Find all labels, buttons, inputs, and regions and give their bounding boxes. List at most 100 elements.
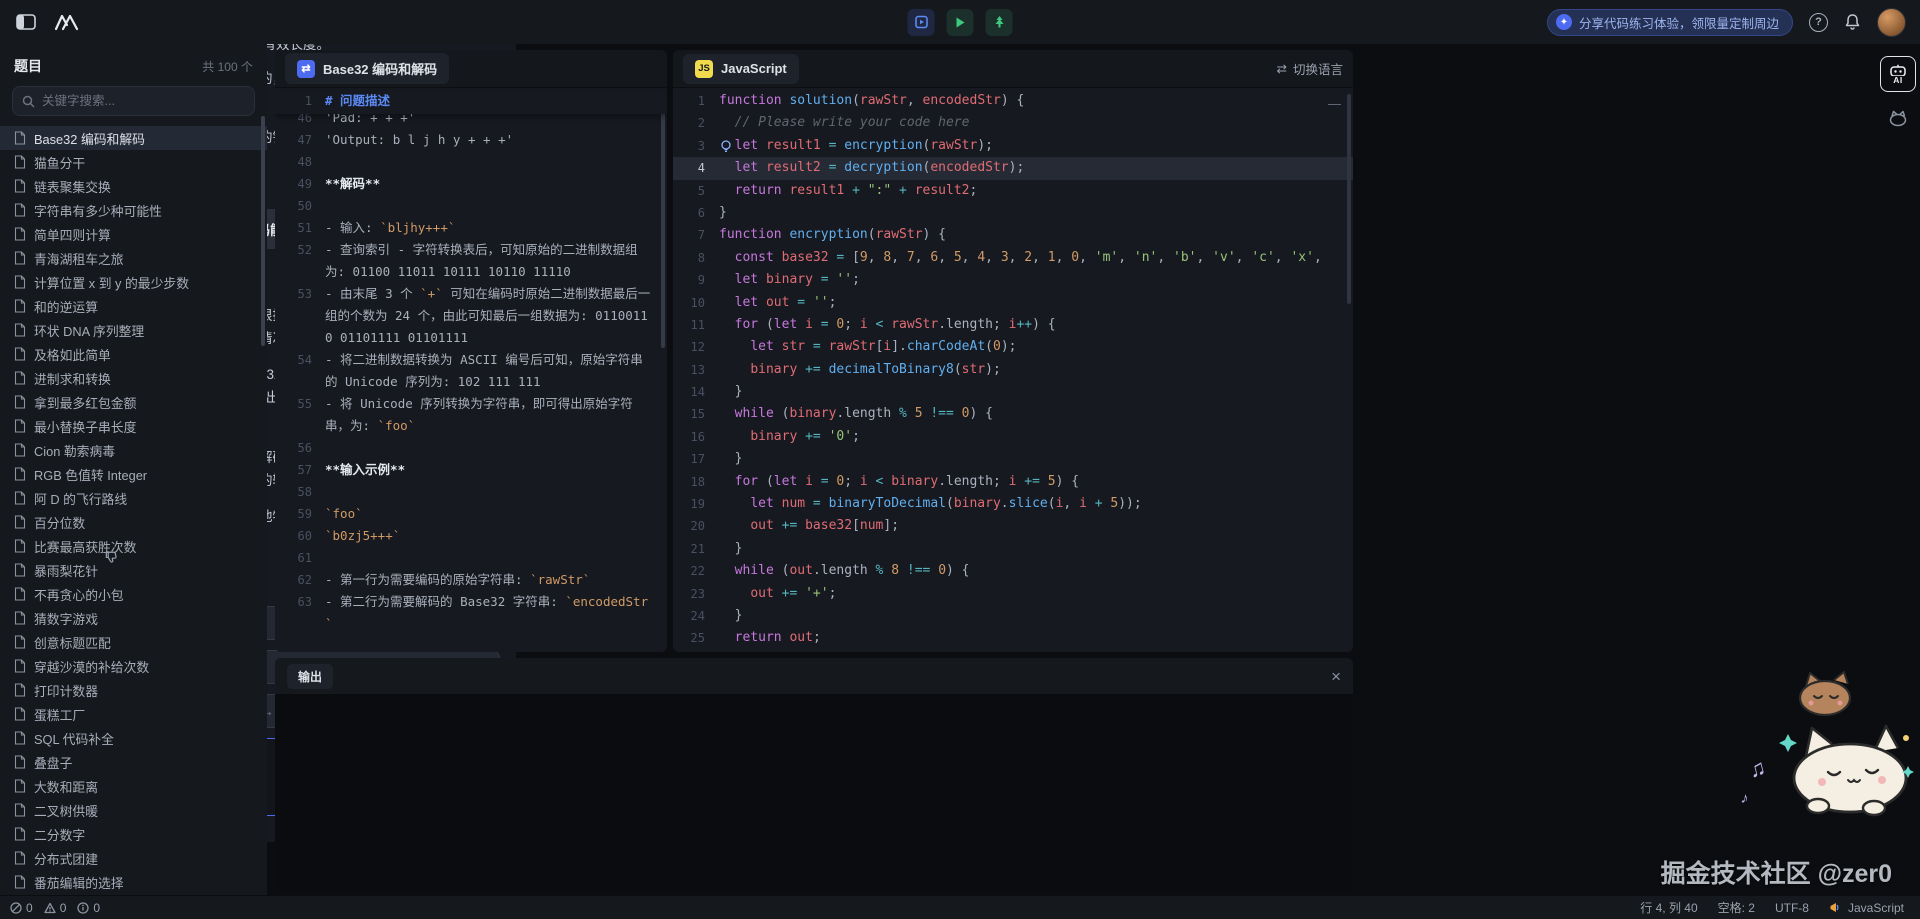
line-number: 11 — [673, 314, 719, 336]
sidebar-item[interactable]: 计算位置 x 到 y 的最少步数 — [0, 270, 267, 294]
code-line[interactable]: 9 let binary = ''; — [673, 269, 1353, 291]
code-line[interactable]: 18 for (let i = 0; i < binary.length; i … — [673, 471, 1353, 493]
tab-description[interactable]: ⇄ Base32 编码和解码 — [285, 53, 449, 84]
sidebar-item[interactable]: Cion 勒索病毒 — [0, 438, 267, 462]
code-line[interactable]: 1function solution(rawStr, encodedStr) { — [673, 90, 1353, 112]
sidebar-item[interactable]: Base32 编码和解码 — [0, 126, 267, 150]
line-number: 17 — [673, 448, 719, 470]
switch-language-label: 切换语言 — [1293, 59, 1343, 78]
bell-icon[interactable] — [1844, 13, 1861, 31]
code-line[interactable]: 6} — [673, 202, 1353, 224]
sidebar-item[interactable]: 环状 DNA 序列整理 — [0, 318, 267, 342]
sidebar-item[interactable]: 大数和距离 — [0, 774, 267, 798]
code-line[interactable]: 3 let result1 = encryption(rawStr); — [673, 135, 1353, 157]
code-line[interactable]: 21 } — [673, 538, 1353, 560]
editor-scrollbar[interactable] — [1347, 94, 1351, 304]
sidebar-item[interactable]: 青海湖租车之旅 — [0, 246, 267, 270]
problem-title: 简单四则计算 — [34, 225, 111, 244]
sidebar-item[interactable]: 进制求和转换 — [0, 366, 267, 390]
sidebar-item[interactable]: 暴雨梨花针 — [0, 558, 267, 582]
code-line[interactable]: 7function encryption(rawStr) { — [673, 224, 1353, 246]
document-icon — [14, 131, 26, 145]
code-line[interactable]: 11 for (let i = 0; i < rawStr.length; i+… — [673, 314, 1353, 336]
submit-button[interactable] — [986, 9, 1013, 36]
code-line[interactable]: 25 return out; — [673, 627, 1353, 649]
help-icon[interactable]: ? — [1809, 13, 1828, 32]
sidebar-item[interactable]: 猜数字游戏 — [0, 606, 267, 630]
sidebar-item[interactable]: 比赛最高获胜次数 — [0, 534, 267, 558]
sticker-toggle-icon[interactable] — [1888, 108, 1908, 131]
code-line[interactable]: 4 let result2 = decryption(encodedStr); — [673, 157, 1353, 179]
sidebar-item[interactable]: 分布式团建 — [0, 846, 267, 870]
fold-icon[interactable]: — — [1328, 96, 1341, 111]
sidebar-item[interactable]: 叠盘子 — [0, 750, 267, 774]
tab-javascript[interactable]: JS JavaScript — [683, 54, 799, 84]
code-line[interactable]: 22 while (out.length % 8 !== 0) { — [673, 560, 1353, 582]
switch-language-button[interactable]: ⇄ 切换语言 — [1277, 59, 1344, 78]
ai-toggle-button[interactable]: AI — [1880, 56, 1916, 92]
line-number: 61 — [275, 547, 325, 569]
sidebar-item[interactable]: 链表聚集交换 — [0, 174, 267, 198]
code-line[interactable]: 12 let str = rawStr[i].charCodeAt(0); — [673, 336, 1353, 358]
description-body[interactable]: 1# 问题描述 46'Pad: + + +'47'Output: b l j h… — [275, 88, 667, 652]
sidebar-item[interactable]: 创意标题匹配 — [0, 630, 267, 654]
encoding-setting[interactable]: UTF-8 — [1775, 901, 1809, 915]
output-tab[interactable]: 输出 — [287, 664, 333, 689]
code-line[interactable]: 2 // Please write your code here — [673, 112, 1353, 134]
sidebar-item[interactable]: 二叉树供暖 — [0, 798, 267, 822]
description-panel: ⇄ Base32 编码和解码 1# 问题描述 46'Pad: + + +'47'… — [275, 50, 667, 652]
warnings-indicator[interactable]: 0 — [44, 901, 67, 915]
code-line[interactable]: 15 while (binary.length % 5 !== 0) { — [673, 403, 1353, 425]
run-button[interactable] — [947, 9, 974, 36]
indentation-setting[interactable]: 空格: 2 — [1718, 899, 1755, 916]
code-line[interactable]: 20 out += base32[num]; — [673, 515, 1353, 537]
code-editor[interactable]: 1function solution(rawStr, encodedStr) {… — [673, 88, 1353, 652]
app-logo-icon[interactable] — [54, 12, 80, 32]
debug-button[interactable] — [908, 9, 935, 36]
sidebar-scrollbar[interactable] — [261, 116, 265, 346]
sidebar-item[interactable]: SQL 代码补全 — [0, 726, 267, 750]
sidebar-item[interactable]: RGB 色值转 Integer — [0, 462, 267, 486]
sidebar-item[interactable]: 最小替换子串长度 — [0, 414, 267, 438]
code-line[interactable]: 16 binary += '0'; — [673, 426, 1353, 448]
code-line[interactable]: 24 } — [673, 605, 1353, 627]
sidebar-item[interactable]: 猫鱼分干 — [0, 150, 267, 174]
line-number: 3 — [673, 135, 719, 157]
search-input[interactable] — [42, 94, 245, 108]
line-number: 16 — [673, 426, 719, 448]
sidebar-item[interactable]: 二分数字 — [0, 822, 267, 846]
sidebar-item[interactable]: 百分位数 — [0, 510, 267, 534]
code-line[interactable]: 23 out += '+'; — [673, 583, 1353, 605]
line-number: 22 — [673, 560, 719, 582]
sidebar-item[interactable]: 及格如此简单 — [0, 342, 267, 366]
code-line[interactable]: 8 const base32 = [9, 8, 7, 6, 5, 4, 3, 2… — [673, 247, 1353, 269]
share-campaign-pill[interactable]: ✦ 分享代码练习体验，领限量定制周边 — [1547, 9, 1793, 36]
sidebar-item[interactable]: 不再贪心的小包 — [0, 582, 267, 606]
sidebar-item[interactable]: 阿 D 的飞行路线 — [0, 486, 267, 510]
code-line[interactable]: 5 return result1 + ":" + result2; — [673, 180, 1353, 202]
sidebar-item[interactable]: 拿到最多红包金额 — [0, 390, 267, 414]
document-icon — [14, 227, 26, 241]
line-number: 60 — [275, 525, 325, 547]
document-icon — [14, 611, 26, 625]
code-line[interactable]: 17 } — [673, 448, 1353, 470]
language-mode[interactable]: JavaScript — [1829, 901, 1904, 915]
close-icon[interactable]: × — [1331, 668, 1341, 685]
cursor-position[interactable]: 行 4, 列 40 — [1640, 899, 1697, 916]
sidebar-item[interactable]: 蛋糕工厂 — [0, 702, 267, 726]
code-line[interactable]: 19 let num = binaryToDecimal(binary.slic… — [673, 493, 1353, 515]
code-line[interactable]: 10 let out = ''; — [673, 292, 1353, 314]
user-avatar-topbar[interactable] — [1877, 8, 1906, 37]
code-line[interactable]: 14 } — [673, 381, 1353, 403]
sidebar-item[interactable]: 穿越沙漠的补给次数 — [0, 654, 267, 678]
code-line[interactable]: 13 binary += decimalToBinary8(str); — [673, 359, 1353, 381]
sidebar-item[interactable]: 打印计数器 — [0, 678, 267, 702]
sidebar-toggle-icon[interactable] — [16, 14, 36, 30]
errors-indicator[interactable]: 0 — [10, 901, 33, 915]
info-indicator[interactable]: 0 — [77, 901, 100, 915]
sidebar-item[interactable]: 简单四则计算 — [0, 222, 267, 246]
sidebar-item[interactable]: 番茄编辑的选择 — [0, 870, 267, 894]
sidebar-item[interactable]: 字符串有多少种可能性 — [0, 198, 267, 222]
sidebar-item[interactable]: 和的逆运算 — [0, 294, 267, 318]
music-note-icon: ♪ — [1740, 789, 1750, 807]
